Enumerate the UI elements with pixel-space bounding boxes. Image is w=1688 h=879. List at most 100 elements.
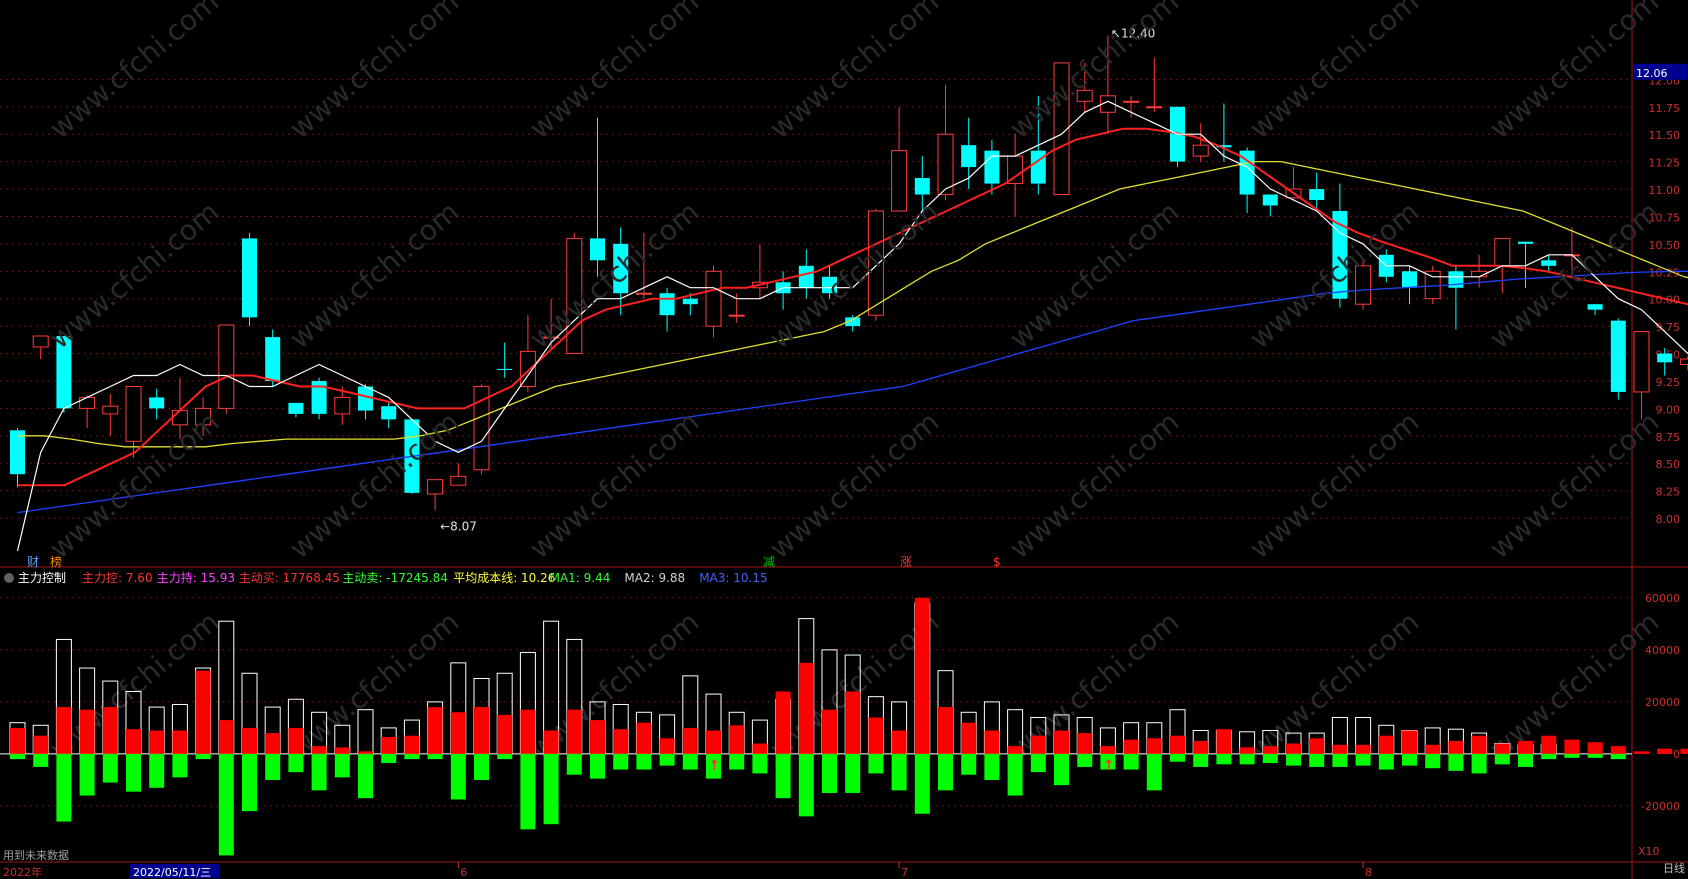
watermark: www.cfchi.com <box>523 0 705 145</box>
buy-volume-bar <box>1634 751 1649 754</box>
buy-volume-bar <box>1216 729 1232 754</box>
y-tick-label: 40000 <box>1645 644 1680 657</box>
buy-volume-bar <box>1030 735 1046 754</box>
y-tick-label: 11.00 <box>1649 184 1681 197</box>
candle-body-up <box>1679 358 1688 366</box>
sell-volume-bar <box>682 753 698 770</box>
ma10-line <box>17 127 1688 487</box>
indicator-legend-item: 主动买: 17768.45 <box>239 571 340 585</box>
buy-volume-bar <box>1146 738 1162 754</box>
buy-volume-bar <box>1193 740 1209 754</box>
sell-volume-bar <box>845 753 861 793</box>
candle-body-up <box>705 270 722 327</box>
y-tick-label: 60000 <box>1645 592 1680 605</box>
sell-volume-bar <box>636 753 652 770</box>
candle-body-down <box>381 406 397 420</box>
y-tick-label: 11.25 <box>1649 157 1681 170</box>
sell-volume-bar <box>613 753 629 770</box>
buy-volume-bar <box>1471 735 1487 754</box>
sell-volume-bar <box>474 753 489 780</box>
watermark: www.cfchi.com <box>523 195 705 355</box>
watermark: www.cfchi.com <box>43 0 225 145</box>
sell-volume-bar <box>1471 753 1487 774</box>
future-data-note: 用到未来数据 <box>3 848 69 862</box>
buy-volume-bar <box>1541 735 1557 754</box>
candle-body-up <box>32 335 49 348</box>
stock-chart-window: 12.00 11.75 11.50 11.25 11.00 10.75 10.50 10.25… <box>0 0 1688 879</box>
sell-volume-bar <box>1541 753 1557 760</box>
watermark: www.cfchi.com <box>1243 605 1425 765</box>
buy-volume-bar <box>1680 748 1688 754</box>
buy-volume-bar <box>10 727 25 754</box>
y-tick-label: 9.75 <box>1656 321 1681 334</box>
sell-volume-bar <box>1402 753 1417 766</box>
month-label: 6 <box>460 866 467 879</box>
sell-volume-bar <box>1030 753 1046 773</box>
chart-canvas[interactable]: 12.0011.7511.5011.2511.0010.7510.5010.25… <box>0 0 1688 879</box>
buy-volume-bar <box>566 709 582 754</box>
candle-body-down <box>1541 260 1557 266</box>
sell-volume-bar <box>1309 753 1325 767</box>
y-tick-label: 0 <box>1673 748 1680 761</box>
sell-volume-bar <box>1494 753 1510 765</box>
sell-volume-bar <box>1425 753 1441 769</box>
sell-volume-bar <box>1518 753 1533 767</box>
candle-body-up <box>1494 237 1511 267</box>
sell-volume-bar <box>752 753 768 774</box>
candle-body-up <box>334 396 351 415</box>
candle-body-up <box>728 314 745 317</box>
sell-volume-bar <box>1170 753 1185 762</box>
buy-volume-bar <box>404 735 420 754</box>
y-tick-label: 9.00 <box>1656 403 1681 416</box>
candle-body-up <box>1192 144 1209 157</box>
collapse-icon <box>4 573 14 583</box>
buy-volume-bar <box>102 707 118 754</box>
sell-volume-bar <box>334 753 350 778</box>
event-flag: 财 <box>27 555 39 569</box>
buy-volume-bar <box>1657 748 1673 754</box>
sell-volume-bar <box>729 753 745 770</box>
buy-volume-bar <box>56 707 72 754</box>
buy-volume-bar <box>984 730 1000 754</box>
candle-body-down <box>497 368 513 370</box>
candle-body-down <box>1030 150 1046 184</box>
sell-volume-bar <box>543 753 559 825</box>
indicator-legend-item: MA1: 9.44 <box>550 571 611 585</box>
y-tick-label: 8.25 <box>1656 486 1681 499</box>
buy-volume-bar <box>1239 747 1255 754</box>
sell-volume-bar <box>497 753 513 760</box>
buy-volume-bar <box>33 735 49 754</box>
candle-body-down <box>1402 271 1417 288</box>
sell-volume-bar <box>1378 753 1394 770</box>
buy-volume-bar <box>961 722 977 754</box>
sell-volume-bar <box>984 753 1000 780</box>
buy-volume-bar <box>1262 746 1278 754</box>
buy-volume-bar <box>798 662 814 754</box>
watermark: www.cfchi.com <box>1483 405 1665 565</box>
sell-volume-bar <box>1587 753 1603 758</box>
candle-body-up <box>450 475 467 486</box>
buy-volume-bar <box>613 729 629 754</box>
buy-volume-bar <box>474 707 489 754</box>
buy-volume-bar <box>938 707 953 754</box>
buy-volume-bar <box>1170 735 1185 754</box>
y-tick-label: 20000 <box>1645 696 1680 709</box>
buy-volume-bar <box>752 743 768 754</box>
buy-volume-bar <box>1610 746 1626 754</box>
buy-volume-bar <box>218 720 234 754</box>
sell-volume-bar <box>149 753 165 788</box>
candle-body-down <box>149 397 165 409</box>
event-flag: 涨 <box>900 554 912 569</box>
buy-volume-bar <box>358 751 373 754</box>
candle-body-up <box>891 150 908 212</box>
sell-volume-bar <box>590 753 605 779</box>
month-label: 8 <box>1365 866 1372 879</box>
sell-volume-bar <box>566 753 582 775</box>
buy-volume-bar <box>729 725 745 754</box>
period-label[interactable]: 日线 <box>1663 860 1685 876</box>
watermark: www.cfchi.com <box>43 195 225 355</box>
watermark: www.cfchi.com <box>1003 405 1185 565</box>
candle-body-up <box>79 396 96 409</box>
buy-volume-bar <box>659 738 675 754</box>
candle-body-down <box>242 238 257 318</box>
